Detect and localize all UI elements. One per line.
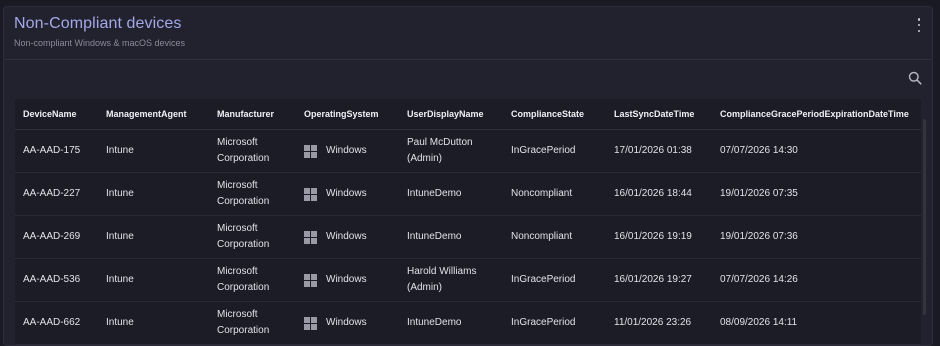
cell-operating-system: Windows	[296, 172, 399, 216]
cell-device-name: AA-AAD-536	[15, 258, 98, 302]
cell-operating-system: Windows	[296, 258, 399, 302]
widget-title: Non-Compliant devices	[14, 15, 182, 32]
table-scrollbar[interactable]	[923, 119, 926, 315]
column-header-compliancestate[interactable]: ComplianceState	[503, 99, 606, 130]
cell-device-name: AA-AAD-227	[15, 172, 98, 216]
cell-grace-period-expiration: 07/07/2026 14:26	[712, 258, 921, 302]
os-label: Windows	[326, 145, 367, 156]
os-label: Windows	[326, 274, 367, 285]
cell-last-sync: 11/01/2026 23:26	[606, 301, 712, 345]
windows-icon	[304, 273, 318, 287]
table-row[interactable]: AA-AAD-536 Intune Microsoft Corporation …	[15, 258, 921, 302]
cell-operating-system: Windows	[296, 129, 399, 173]
cell-manufacturer: Microsoft Corporation	[209, 301, 296, 345]
cell-manufacturer: Microsoft Corporation	[209, 215, 296, 259]
cell-user-display-name: IntuneDemo	[399, 172, 503, 216]
more-options-icon[interactable]	[916, 18, 922, 32]
cell-user-display-name: Harold Williams (Admin)	[399, 258, 503, 302]
cell-grace-period-expiration: 19/01/2026 07:35	[712, 172, 921, 216]
cell-management-agent: Intune	[98, 172, 209, 216]
widget-subtitle: Non-compliant Windows & macOS devices	[14, 38, 186, 48]
cell-user-display-name: IntuneDemo	[399, 301, 503, 345]
windows-icon	[304, 230, 318, 244]
cell-operating-system: Windows	[296, 301, 399, 345]
column-header-manufacturer[interactable]: Manufacturer	[209, 99, 296, 130]
column-header-userdisplayname[interactable]: UserDisplayName	[399, 99, 503, 130]
cell-device-name: AA-AAD-662	[15, 301, 98, 345]
cell-compliance-state: InGracePeriod	[503, 129, 606, 173]
cell-last-sync: 17/01/2026 01:38	[606, 129, 712, 173]
windows-icon	[304, 144, 318, 158]
column-header-operatingsystem[interactable]: OperatingSystem	[296, 99, 399, 130]
cell-operating-system: Windows	[296, 215, 399, 259]
table-header-row: DeviceName ManagementAgent Manufacturer …	[15, 99, 921, 130]
table-row[interactable]: AA-AAD-175 Intune Microsoft Corporation …	[15, 129, 921, 173]
column-header-devicename[interactable]: DeviceName	[15, 99, 98, 130]
cell-user-display-name: IntuneDemo	[399, 215, 503, 259]
column-header-lastsyncdatetime[interactable]: LastSyncDateTime	[606, 99, 712, 130]
cell-manufacturer: Microsoft Corporation	[209, 129, 296, 173]
cell-compliance-state: Noncompliant	[503, 215, 606, 259]
widget-header: Non-Compliant devices Non-compliant Wind…	[4, 7, 932, 60]
cell-device-name: AA-AAD-175	[15, 129, 98, 173]
cell-management-agent: Intune	[98, 215, 209, 259]
cell-compliance-state: InGracePeriod	[503, 258, 606, 302]
os-label: Windows	[326, 317, 367, 328]
cell-grace-period-expiration: 19/01/2026 07:36	[712, 215, 921, 259]
cell-manufacturer: Microsoft Corporation	[209, 172, 296, 216]
devices-table: DeviceName ManagementAgent Manufacturer …	[15, 99, 921, 345]
cell-grace-period-expiration: 08/09/2026 14:11	[712, 301, 921, 345]
cell-last-sync: 16/01/2026 19:19	[606, 215, 712, 259]
os-label: Windows	[326, 188, 367, 199]
cell-management-agent: Intune	[98, 301, 209, 345]
table-row[interactable]: AA-AAD-269 Intune Microsoft Corporation …	[15, 215, 921, 259]
cell-device-name: AA-AAD-269	[15, 215, 98, 259]
cell-compliance-state: Noncompliant	[503, 172, 606, 216]
column-header-graceperiod[interactable]: ComplianceGracePeriodExpirationDateTime	[712, 99, 921, 130]
cell-management-agent: Intune	[98, 258, 209, 302]
cell-user-display-name: Paul McDutton (Admin)	[399, 129, 503, 173]
cell-compliance-state: InGracePeriod	[503, 301, 606, 345]
windows-icon	[304, 316, 318, 330]
search-icon[interactable]	[908, 71, 922, 85]
devices-table-container: DeviceName ManagementAgent Manufacturer …	[15, 99, 926, 345]
table-row[interactable]: AA-AAD-227 Intune Microsoft Corporation …	[15, 172, 921, 216]
cell-manufacturer: Microsoft Corporation	[209, 258, 296, 302]
non-compliant-devices-widget: Non-Compliant devices Non-compliant Wind…	[3, 6, 933, 346]
cell-last-sync: 16/01/2026 19:27	[606, 258, 712, 302]
cell-last-sync: 16/01/2026 18:44	[606, 172, 712, 216]
windows-icon	[304, 187, 318, 201]
column-header-managementagent[interactable]: ManagementAgent	[98, 99, 209, 130]
cell-management-agent: Intune	[98, 129, 209, 173]
cell-grace-period-expiration: 07/07/2026 14:30	[712, 129, 921, 173]
os-label: Windows	[326, 231, 367, 242]
table-row[interactable]: AA-AAD-662 Intune Microsoft Corporation …	[15, 301, 921, 345]
